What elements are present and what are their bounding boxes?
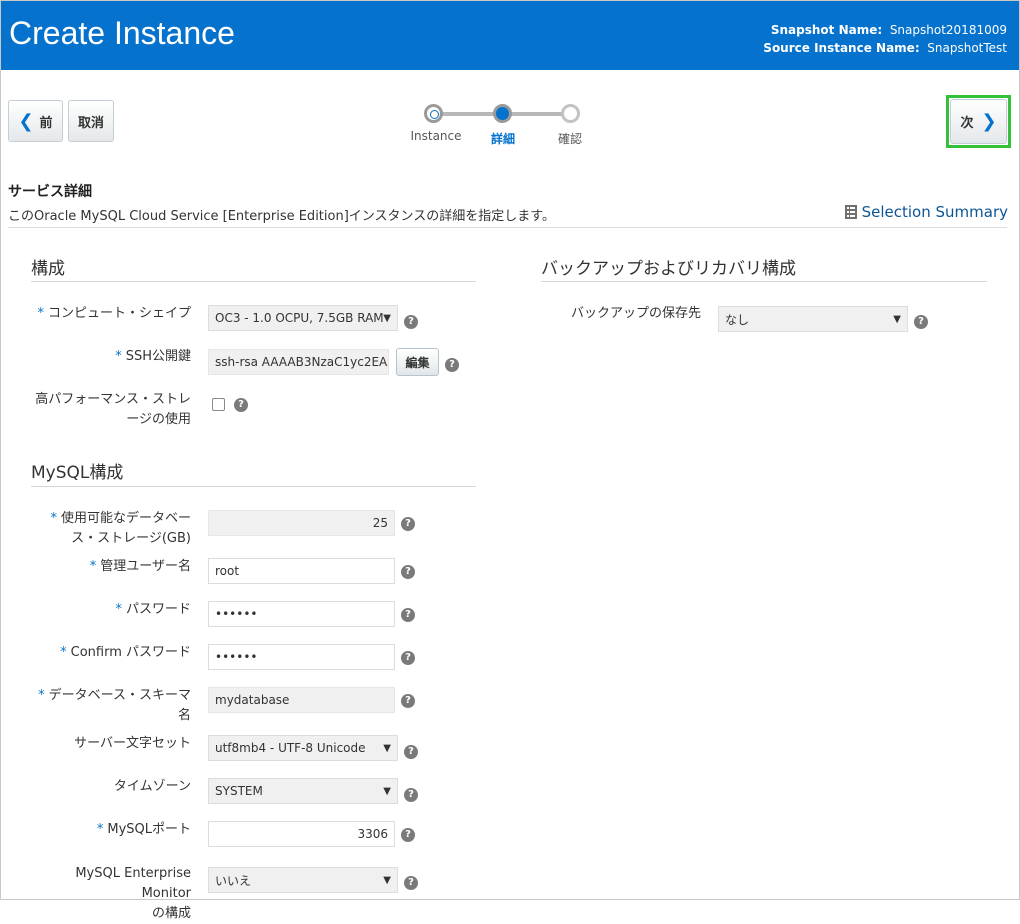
hp-storage-checkbox[interactable] [212, 398, 225, 411]
help-icon[interactable]: ? [234, 398, 248, 412]
cancel-button-label: 取消 [77, 115, 104, 131]
train-connector [510, 112, 566, 116]
train-stop-instance[interactable] [424, 104, 443, 123]
db-storage-label: * 使用可能なデータベー ス・ストレージ(GB) [50, 511, 191, 546]
config-divider [31, 281, 476, 282]
mysql-port-input[interactable]: 3306 [208, 821, 395, 847]
chevron-down-icon: ▼ [383, 742, 391, 754]
compute-shape-value: OC3 - 1.0 OCPU, 7.5GB RAM [215, 311, 384, 325]
mysql-port-value: 3306 [357, 827, 388, 841]
snapshot-name-label: Snapshot Name: [770, 23, 883, 37]
admin-user-value: root [215, 564, 240, 578]
help-icon[interactable]: ? [401, 828, 415, 842]
charset-label: サーバー文字セット [74, 736, 191, 751]
backup-divider [541, 281, 987, 282]
compute-shape-select[interactable]: OC3 - 1.0 OCPU, 7.5GB RAM ▼ [208, 305, 398, 331]
source-instance-label: Source Instance Name: [763, 41, 920, 55]
db-schema-field[interactable]: mydatabase [208, 687, 395, 713]
help-icon[interactable]: ? [401, 565, 415, 579]
back-button-label: 前 [39, 115, 53, 131]
help-icon[interactable]: ? [401, 694, 415, 708]
admin-user-input[interactable]: root [208, 558, 395, 584]
back-button[interactable]: ❮ 前 [8, 100, 63, 142]
db-storage-field[interactable]: 25 [208, 510, 395, 536]
chevron-down-icon: ▼ [383, 785, 391, 797]
charset-value: utf8mb4 - UTF-8 Unicode [215, 741, 366, 755]
db-storage-value: 25 [372, 516, 388, 530]
train-label-confirm[interactable]: 確認 [558, 130, 582, 147]
help-icon[interactable]: ? [404, 315, 418, 329]
mysql-heading: MySQL構成 [31, 463, 124, 483]
config-heading: 構成 [31, 259, 65, 279]
chevron-right-icon: ❯ [981, 111, 997, 132]
chevron-down-icon: ▼ [893, 313, 901, 325]
help-icon[interactable]: ? [445, 358, 459, 372]
source-instance-value: SnapshotTest [927, 41, 1007, 55]
section-divider [8, 227, 1007, 228]
help-icon[interactable]: ? [404, 876, 418, 890]
help-icon[interactable]: ? [404, 788, 418, 802]
chevron-down-icon: ▼ [383, 874, 391, 886]
backup-dest-value: なし [725, 312, 750, 327]
page-header: Create Instance Snapshot Name: Snapshot2… [1, 1, 1019, 70]
page-title: Create Instance [9, 15, 235, 51]
timezone-value: SYSTEM [215, 784, 263, 798]
train-label-details[interactable]: 詳細 [491, 130, 515, 147]
help-icon[interactable]: ? [401, 517, 415, 531]
chevron-left-icon: ❮ [18, 110, 34, 132]
summary-list-icon [844, 205, 857, 219]
enterprise-monitor-select[interactable]: いいえ ▼ [208, 867, 398, 893]
backup-dest-label: バックアップの保存先 [570, 306, 701, 321]
db-schema-label: * データベース・スキーマ 名 [38, 688, 191, 723]
confirm-password-value: •••••• [215, 650, 258, 664]
hp-storage-label: 高パフォーマンス・ストレ ージの使用 [35, 392, 191, 427]
help-icon[interactable]: ? [401, 651, 415, 665]
timezone-label: タイムゾーン [113, 779, 191, 794]
train-stop-details[interactable] [493, 104, 512, 123]
help-icon[interactable]: ? [401, 608, 415, 622]
help-icon[interactable]: ? [404, 745, 418, 759]
train-stop-confirm[interactable] [561, 104, 580, 123]
snapshot-meta: Snapshot Name: Snapshot20181009 Source I… [763, 21, 1007, 57]
charset-select[interactable]: utf8mb4 - UTF-8 Unicode ▼ [208, 735, 398, 761]
section-description: このOracle MySQL Cloud Service [Enterprise… [8, 209, 555, 224]
enterprise-monitor-label: MySQL Enterprise Monitor の構成 [75, 866, 191, 921]
selection-summary-label: Selection Summary [861, 203, 1008, 221]
enterprise-monitor-value: いいえ [215, 873, 252, 888]
password-value: •••••• [215, 607, 258, 621]
ssh-key-field[interactable]: ssh-rsa AAAAB3NzaC1yc2EAAAAD [208, 349, 389, 375]
chevron-down-icon: ▼ [383, 312, 391, 324]
confirm-password-input[interactable]: •••••• [208, 644, 395, 670]
confirm-password-label: * Confirm パスワード [60, 645, 191, 660]
backup-heading: バックアップおよびリカバリ構成 [541, 259, 796, 279]
section-title: サービス詳細 [8, 184, 92, 200]
cancel-button[interactable]: 取消 [68, 100, 114, 142]
selection-summary-link[interactable]: Selection Summary [844, 203, 1008, 221]
snapshot-name-value: Snapshot20181009 [889, 23, 1007, 37]
mysql-divider [31, 486, 476, 487]
train-label-instance[interactable]: Instance [410, 129, 461, 143]
mysql-port-label: * MySQLポート [96, 822, 191, 837]
next-button-label: 次 [960, 116, 974, 131]
ssh-key-label: * SSH公開鍵 [115, 349, 191, 364]
password-input[interactable]: •••••• [208, 601, 395, 627]
ssh-edit-label: 編集 [405, 355, 430, 370]
ssh-edit-button[interactable]: 編集 [396, 348, 439, 376]
db-schema-value: mydatabase [215, 693, 290, 707]
compute-shape-label: * コンピュート・シェイプ [37, 306, 191, 321]
help-icon[interactable]: ? [914, 315, 928, 329]
next-button[interactable]: 次 ❯ [950, 99, 1007, 144]
password-label: * パスワード [115, 602, 191, 617]
admin-user-label: * 管理ユーザー名 [89, 559, 191, 574]
timezone-select[interactable]: SYSTEM ▼ [208, 778, 398, 804]
train-connector [440, 112, 498, 116]
ssh-key-value: ssh-rsa AAAAB3NzaC1yc2EAAAAD [215, 355, 388, 369]
backup-dest-select[interactable]: なし ▼ [718, 306, 908, 332]
